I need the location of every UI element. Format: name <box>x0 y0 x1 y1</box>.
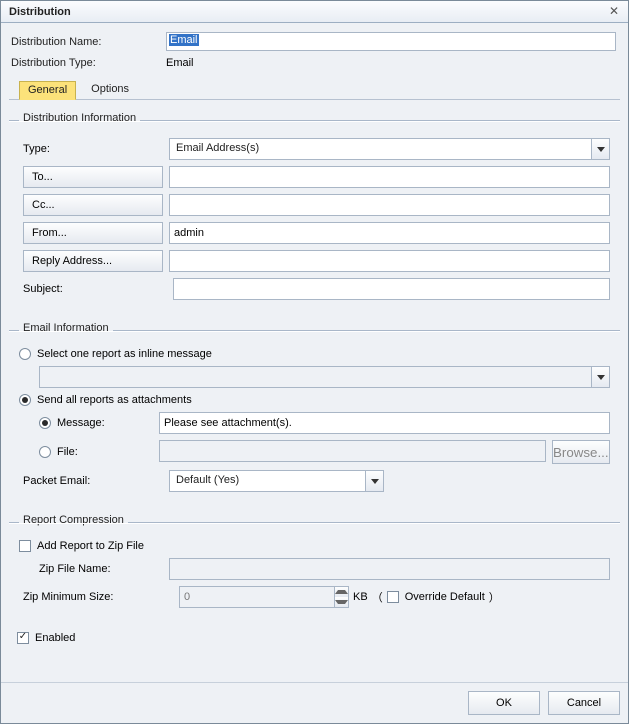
tab-strip: General Options <box>9 80 620 100</box>
tab-options[interactable]: Options <box>82 80 138 99</box>
cc-input[interactable] <box>169 194 610 216</box>
reply-button[interactable]: Reply Address... <box>23 250 163 272</box>
group-distribution-information: Distribution Information Type: Email Add… <box>9 114 620 314</box>
inline-report-combo[interactable] <box>39 366 610 388</box>
checkbox-enabled[interactable]: Enabled <box>17 632 75 644</box>
type-label: Type: <box>19 143 169 155</box>
radio-attachments[interactable]: Send all reports as attachments <box>19 394 192 406</box>
legend-distribution-information: Distribution Information <box>19 112 140 124</box>
radio-inline[interactable]: Select one report as inline message <box>19 348 212 360</box>
legend-report-compression: Report Compression <box>19 514 128 526</box>
group-report-compression: Report Compression Add Report to Zip Fil… <box>9 516 620 622</box>
ok-button[interactable]: OK <box>468 691 540 715</box>
close-icon[interactable]: ✕ <box>606 4 622 20</box>
chevron-down-icon <box>591 367 609 387</box>
checkbox-add-zip[interactable]: Add Report to Zip File <box>19 540 144 552</box>
from-input[interactable] <box>169 222 610 244</box>
tab-general[interactable]: General <box>19 81 76 100</box>
distribution-type-value: Email <box>164 54 620 72</box>
checkbox-icon <box>387 591 399 603</box>
distribution-type-label: Distribution Type: <box>9 54 164 72</box>
zip-min-size-label: Zip Minimum Size: <box>19 591 179 603</box>
dialog-title: Distribution <box>9 6 71 18</box>
to-input[interactable] <box>169 166 610 188</box>
chevron-down-icon <box>365 471 383 491</box>
subject-input[interactable] <box>173 278 610 300</box>
checkbox-icon <box>19 540 31 552</box>
distribution-dialog: Distribution ✕ Distribution Name: Email … <box>0 0 629 724</box>
kb-label: KB <box>353 591 368 603</box>
legend-email-information: Email Information <box>19 322 113 334</box>
cancel-button[interactable]: Cancel <box>548 691 620 715</box>
browse-button[interactable]: Browse... <box>552 440 610 464</box>
distribution-name-input[interactable]: Email <box>166 32 616 51</box>
type-combo[interactable]: Email Address(s) <box>169 138 610 160</box>
checkbox-override-default[interactable]: Override Default <box>387 591 485 603</box>
radio-icon <box>39 446 51 458</box>
radio-icon <box>19 394 31 406</box>
arrow-up-icon <box>335 587 348 597</box>
cc-button[interactable]: Cc... <box>23 194 163 216</box>
radio-icon <box>39 417 51 429</box>
packet-email-combo[interactable]: Default (Yes) <box>169 470 384 492</box>
zip-file-name-label: Zip File Name: <box>39 563 169 575</box>
group-email-information: Email Information Select one report as i… <box>9 324 620 506</box>
from-button[interactable]: From... <box>23 222 163 244</box>
reply-input[interactable] <box>169 250 610 272</box>
file-input <box>159 440 546 462</box>
radio-message[interactable]: Message: <box>39 417 159 429</box>
dialog-footer: OK Cancel <box>1 682 628 723</box>
radio-file[interactable]: File: <box>39 446 159 458</box>
subject-label: Subject: <box>19 283 173 295</box>
distribution-name-label: Distribution Name: <box>9 29 164 54</box>
arrow-down-icon <box>335 597 348 607</box>
radio-icon <box>19 348 31 360</box>
packet-email-label: Packet Email: <box>19 475 169 487</box>
chevron-down-icon <box>591 139 609 159</box>
titlebar: Distribution ✕ <box>1 1 628 23</box>
message-input[interactable] <box>159 412 610 434</box>
header-section: Distribution Name: Email Distribution Ty… <box>9 29 620 72</box>
zip-min-size-spinner[interactable] <box>179 586 349 608</box>
checkbox-icon <box>17 632 29 644</box>
zip-file-name-input <box>169 558 610 580</box>
to-button[interactable]: To... <box>23 166 163 188</box>
